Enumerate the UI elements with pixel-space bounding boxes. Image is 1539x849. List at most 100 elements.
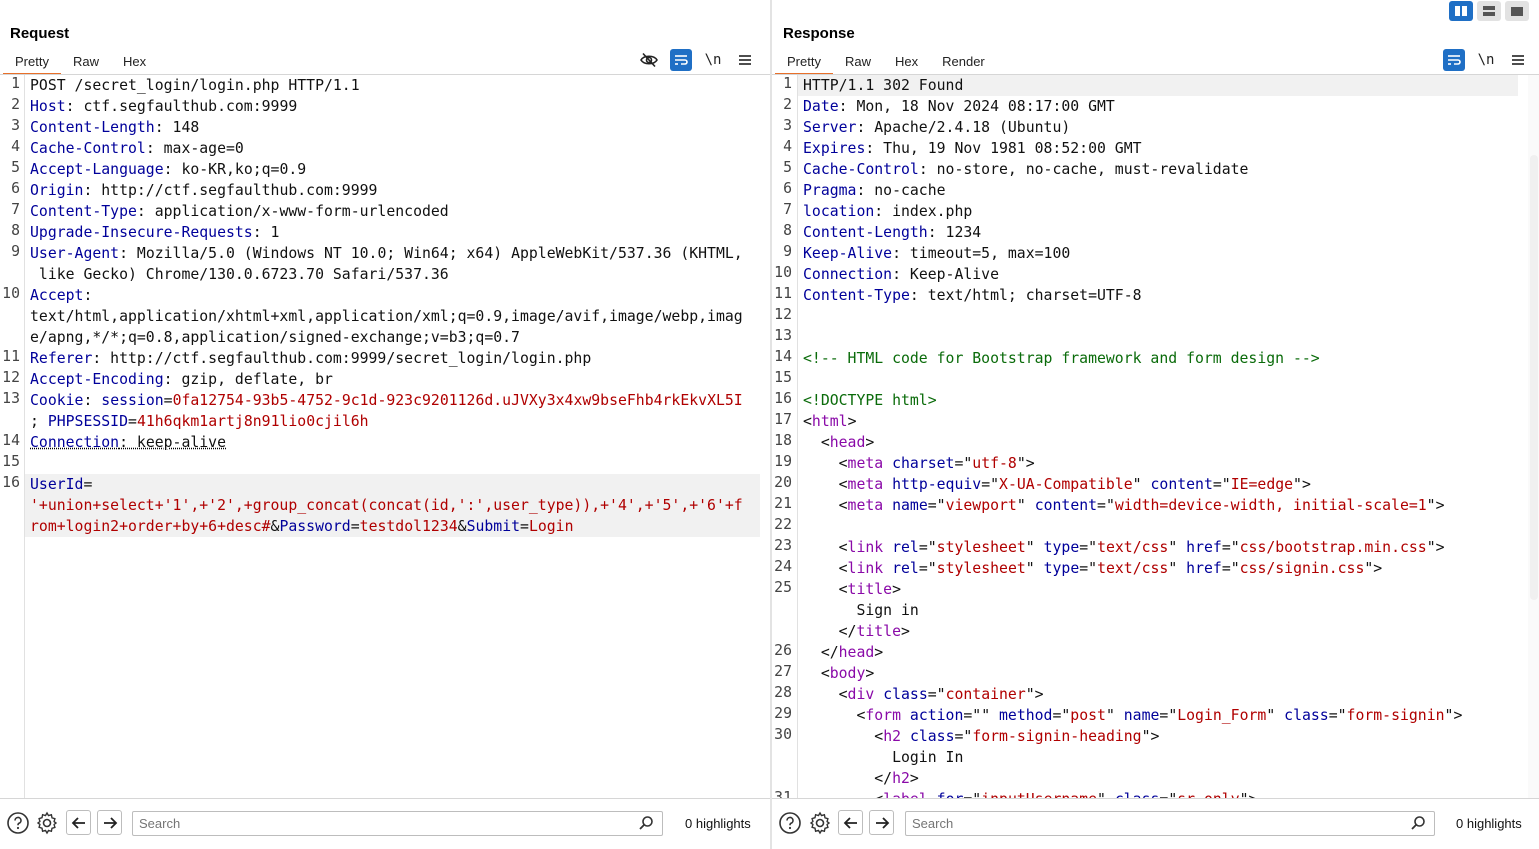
response-newline-button[interactable]: \n (1475, 49, 1497, 71)
code-line: 9 Keep-Alive: timeout=5, max=100 (783, 243, 1518, 264)
code-token: =" (1159, 707, 1178, 724)
code-token: 41h6qkm1artj8n91lio0cjil6h (136, 413, 369, 430)
request-tab-pretty[interactable]: Pretty (3, 51, 61, 75)
response-settings-button[interactable] (807, 810, 833, 836)
line-number: 24 (774, 558, 792, 575)
request-menu-button[interactable] (734, 49, 756, 71)
code-line: 5 Accept-Language: ko-KR,ko;q=0.9 (11, 159, 760, 180)
code-token: inputUsername (981, 791, 1097, 798)
split-vertical-button[interactable] (1477, 1, 1501, 21)
code-token: Sign in (803, 602, 919, 619)
code-token: "> (1364, 560, 1383, 577)
code-line: 10 Accept: text/html,application/xhtml+xml… (2, 285, 760, 348)
code-line: 24 <link rel="stylesheet" type="text/css… (774, 558, 1518, 579)
response-search-input[interactable] (906, 812, 1382, 835)
code-line: 14 Connection: keep-alive (2, 432, 760, 453)
request-settings-button[interactable] (34, 810, 60, 836)
code-row: <title> (803, 579, 1518, 600)
code-token: =" (1079, 560, 1098, 577)
code-line: 4 Expires: Thu, 19 Nov 1981 08:52:00 GMT (783, 138, 1518, 159)
code-token: </ (803, 623, 857, 640)
menu-icon (1512, 55, 1524, 65)
split-horizontal-button[interactable] (1449, 1, 1473, 21)
code-token: =" (954, 455, 973, 472)
response-scrollbar[interactable] (1528, 75, 1539, 798)
request-prev-match-button[interactable] (66, 810, 91, 835)
code-row: HTTP/1.1 302 Found (798, 75, 1518, 96)
response-next-match-button[interactable] (869, 810, 894, 835)
request-wrap-lines-button[interactable] (670, 49, 692, 71)
code-row: Server: Apache/2.4.18 (Ubuntu) (803, 117, 1518, 138)
response-tab-hex[interactable]: Hex (883, 51, 930, 75)
code-token: X-UA-Compatible (999, 476, 1133, 493)
response-help-button[interactable] (777, 810, 803, 836)
code-row: like Gecko) Chrome/130.0.6723.70 Safari/… (30, 264, 760, 285)
code-row: text/html,application/xhtml+xml,applicat… (30, 306, 760, 327)
code-token: < (803, 665, 830, 682)
code-line: 28 <div class="container"> (774, 684, 1518, 705)
code-token: < (803, 455, 848, 472)
code-token: charset (892, 455, 955, 472)
code-token: =" (981, 476, 1000, 493)
code-token: css/bootstrap.min.css (1239, 539, 1427, 556)
code-line: 31 <label for="inputUsername" class="sr-… (774, 789, 1518, 798)
request-next-match-button[interactable] (97, 810, 122, 835)
code-row: <div class="container"> (803, 684, 1518, 705)
code-row: Host: ctf.segfaulthub.com:9999 (30, 96, 760, 117)
tabs-layout-button[interactable] (1505, 1, 1529, 21)
code-token: =" (954, 728, 973, 745)
response-wrap-lines-button[interactable] (1443, 49, 1465, 71)
request-tab-raw[interactable]: Raw (61, 51, 111, 75)
code-line: 25 <title> Sign in </title> (774, 579, 1518, 642)
code-token: = (350, 518, 360, 535)
code-token: <!-- HTML code for Bootstrap framework a… (803, 350, 1320, 367)
code-token: sr-only (1177, 791, 1239, 798)
code-line: 13 (774, 327, 1518, 348)
code-token: "> (1016, 455, 1035, 472)
code-row: Referer: http://ctf.segfaulthub.com:9999… (30, 348, 760, 369)
code-row: Content-Length: 1234 (803, 222, 1518, 243)
code-token: Pragma (803, 182, 857, 199)
request-search-input[interactable] (133, 812, 610, 835)
response-tab-pretty[interactable]: Pretty (775, 51, 833, 75)
code-token: Cache-Control (30, 140, 146, 157)
request-newline-button[interactable]: \n (702, 49, 724, 71)
code-token: : text/html; charset=UTF-8 (909, 287, 1142, 304)
code-token: Connection (803, 266, 893, 283)
response-scrollbar-thumb[interactable] (1530, 155, 1538, 600)
code-line: 6 Origin: http://ctf.segfaulthub.com:9999 (11, 180, 760, 201)
code-token: > (847, 413, 857, 430)
request-help-button[interactable] (5, 810, 31, 836)
code-line: 4 Cache-Control: max-age=0 (11, 138, 760, 159)
response-tab-raw[interactable]: Raw (833, 51, 883, 75)
search-icon (638, 815, 654, 836)
code-token: Accept (30, 287, 84, 304)
line-number: 9 (783, 243, 792, 260)
response-prev-match-button[interactable] (838, 810, 863, 835)
hide-nonprintable-button[interactable] (638, 49, 660, 71)
response-tab-render[interactable]: Render (930, 51, 997, 75)
code-token: h2 (892, 770, 910, 787)
line-number: 6 (11, 180, 20, 197)
request-editor[interactable]: 1 POST /secret_login/login.php HTTP/1.1 2 H… (0, 75, 770, 798)
code-line: 7 location: index.php (783, 201, 1518, 222)
line-number: 19 (774, 453, 792, 470)
wrap-lines-icon (675, 55, 688, 65)
request-tab-hex[interactable]: Hex (111, 51, 158, 75)
response-editor[interactable]: 1 HTTP/1.1 302 Found 2 Date: Mon, 18 Nov 20… (772, 75, 1528, 798)
gear-icon (36, 811, 58, 835)
code-token: <!DOCTYPE html> (803, 392, 937, 409)
code-token: Content-Type (30, 203, 137, 220)
line-number: 8 (11, 222, 20, 239)
code-token: " (1025, 539, 1044, 556)
line-number: 1 (11, 75, 20, 92)
line-number: 26 (774, 642, 792, 659)
request-code: 1 POST /secret_login/login.php HTTP/1.1 2 H… (2, 75, 760, 537)
response-menu-button[interactable] (1507, 49, 1529, 71)
code-token: "> (1444, 707, 1463, 724)
line-number: 2 (783, 96, 792, 113)
code-line: 29 <form action="" method="post" name="L… (774, 705, 1518, 726)
code-token: " (1025, 560, 1044, 577)
